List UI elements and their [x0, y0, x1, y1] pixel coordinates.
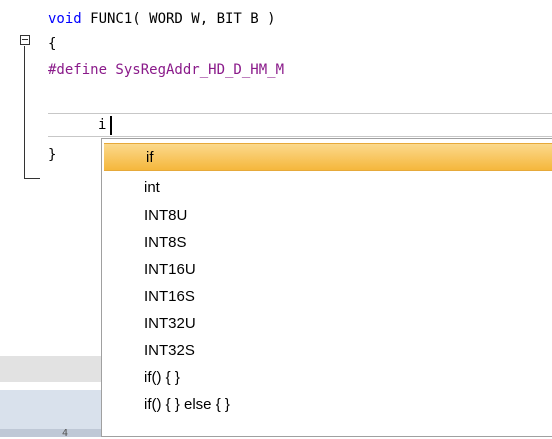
- open-brace-line: {: [48, 36, 57, 52]
- collapse-toggle-icon[interactable]: [20, 35, 30, 45]
- autocomplete-item[interactable]: if() { } else { }: [102, 391, 552, 419]
- fold-guide-end: [24, 178, 40, 179]
- autocomplete-item[interactable]: INT8U: [102, 202, 552, 230]
- current-line-highlight[interactable]: [48, 113, 552, 137]
- fold-guide-line: [24, 46, 25, 179]
- text-caret: [110, 116, 112, 135]
- autocomplete-popup[interactable]: if int INT8U INT8S INT16U INT16S INT32U …: [101, 138, 552, 437]
- autocomplete-item[interactable]: INT32U: [102, 310, 552, 338]
- background-panel: [0, 356, 101, 382]
- autocomplete-item[interactable]: INT32S: [102, 337, 552, 365]
- define-directive-line: #define SysRegAddr_HD_D_HM_M: [48, 62, 285, 78]
- autocomplete-item[interactable]: if: [104, 143, 552, 171]
- function-signature-text: FUNC1( WORD W, BIT B ): [81, 11, 276, 27]
- void-keyword: void: [48, 11, 82, 27]
- close-brace-line: }: [48, 147, 57, 163]
- autocomplete-item[interactable]: INT16S: [102, 283, 552, 311]
- function-signature-line: void FUNC1( WORD W, BIT B ): [48, 8, 276, 30]
- background-panel-tab: [0, 390, 101, 430]
- typed-text: i: [98, 117, 107, 133]
- autocomplete-item[interactable]: if() { }: [102, 364, 552, 392]
- background-tab-bar: [0, 429, 101, 437]
- autocomplete-item[interactable]: INT16U: [102, 256, 552, 284]
- background-text: 4: [62, 428, 69, 439]
- autocomplete-item[interactable]: INT8S: [102, 229, 552, 257]
- autocomplete-item[interactable]: int: [102, 174, 552, 202]
